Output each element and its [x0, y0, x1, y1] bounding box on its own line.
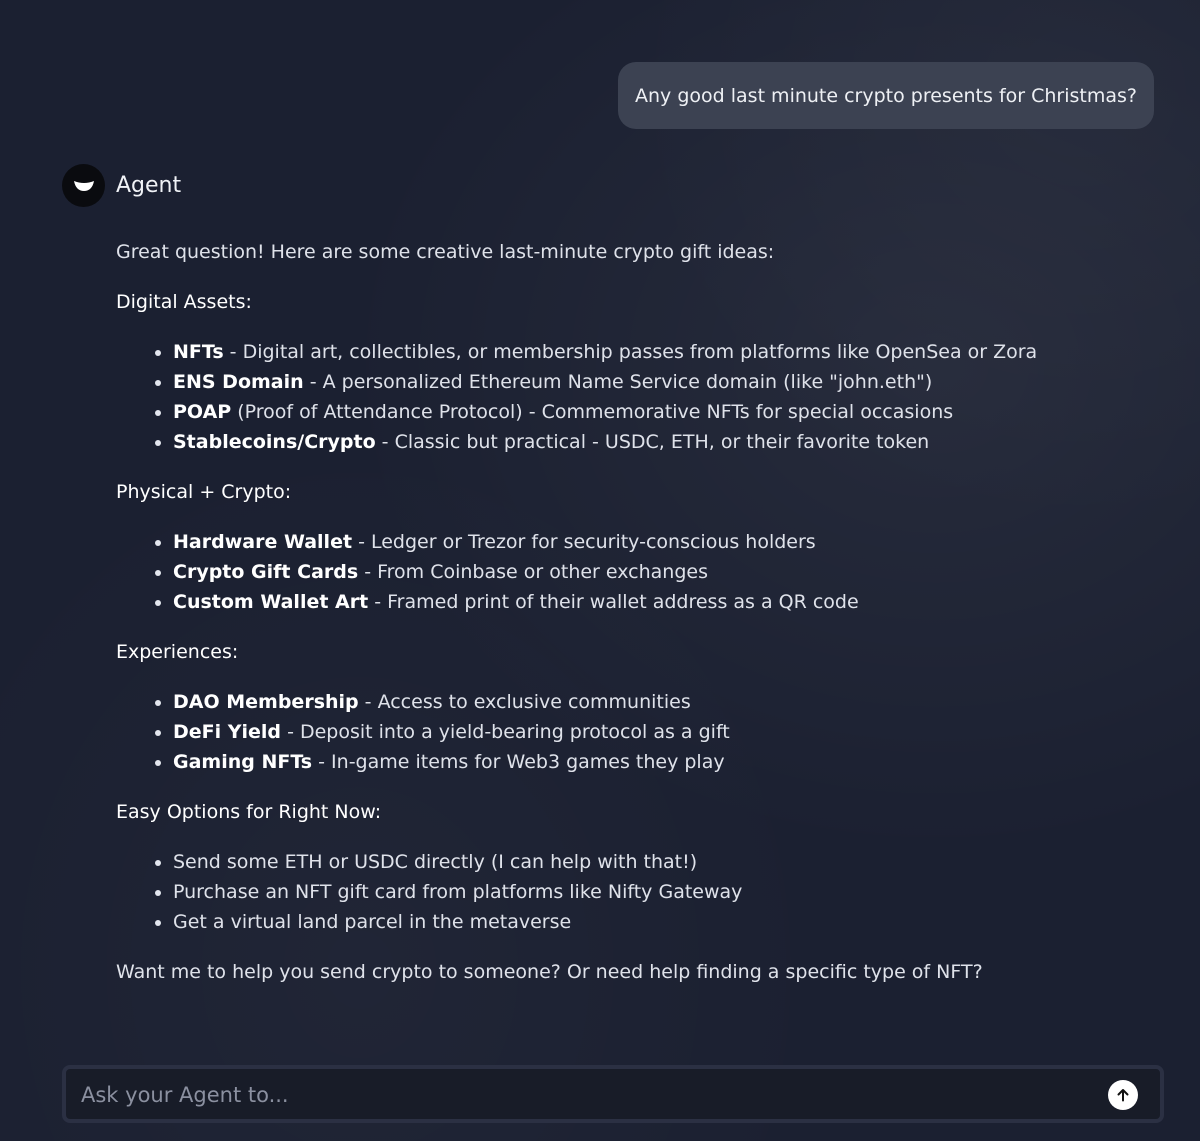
list-item: Crypto Gift Cards - From Coinbase or oth… — [155, 557, 1156, 587]
agent-avatar — [62, 164, 105, 207]
list-item: Stablecoins/Crypto - Classic but practic… — [155, 427, 1156, 457]
arrow-up-icon — [1117, 1089, 1129, 1102]
list-item: POAP (Proof of Attendance Protocol) - Co… — [155, 397, 1156, 427]
send-button[interactable] — [1108, 1080, 1138, 1110]
list-item: NFTs - Digital art, collectibles, or mem… — [155, 337, 1156, 367]
section-heading: Easy Options for Right Now: — [116, 801, 382, 823]
list-item: Gaming NFTs - In-game items for Web3 gam… — [155, 747, 1156, 777]
gift-list: Hardware Wallet - Ledger or Trezor for s… — [116, 527, 1156, 617]
message-intro: Great question! Here are some creative l… — [116, 241, 775, 263]
section-heading: Experiences: — [116, 641, 239, 663]
list-item: DeFi Yield - Deposit into a yield-bearin… — [155, 717, 1156, 747]
message-input[interactable] — [79, 1069, 1093, 1121]
list-item: Hardware Wallet - Ledger or Trezor for s… — [155, 527, 1156, 557]
eye-logo-icon — [73, 180, 94, 191]
list-item: Purchase an NFT gift card from platforms… — [155, 877, 1156, 907]
list-item: Custom Wallet Art - Framed print of thei… — [155, 587, 1156, 617]
list-item: DAO Membership - Access to exclusive com… — [155, 687, 1156, 717]
section-heading: Digital Assets: — [116, 291, 252, 313]
agent-name: Agent — [116, 173, 182, 198]
gift-list: NFTs - Digital art, collectibles, or mem… — [116, 337, 1156, 457]
composer — [62, 1065, 1164, 1123]
list-item: Get a virtual land parcel in the metaver… — [155, 907, 1156, 937]
list-item: Send some ETH or USDC directly (I can he… — [155, 847, 1156, 877]
list-item: ENS Domain - A personalized Ethereum Nam… — [155, 367, 1156, 397]
message-outro: Want me to help you send crypto to someo… — [116, 961, 983, 983]
gift-list: Send some ETH or USDC directly (I can he… — [116, 847, 1156, 937]
user-message-bubble: Any good last minute crypto presents for… — [618, 62, 1154, 129]
user-message-text: Any good last minute crypto presents for… — [635, 84, 1137, 107]
section-heading: Physical + Crypto: — [116, 481, 292, 503]
gift-list: DAO Membership - Access to exclusive com… — [116, 687, 1156, 777]
agent-header: Agent — [62, 164, 181, 207]
agent-message: Great question! Here are some creative l… — [116, 237, 1156, 987]
